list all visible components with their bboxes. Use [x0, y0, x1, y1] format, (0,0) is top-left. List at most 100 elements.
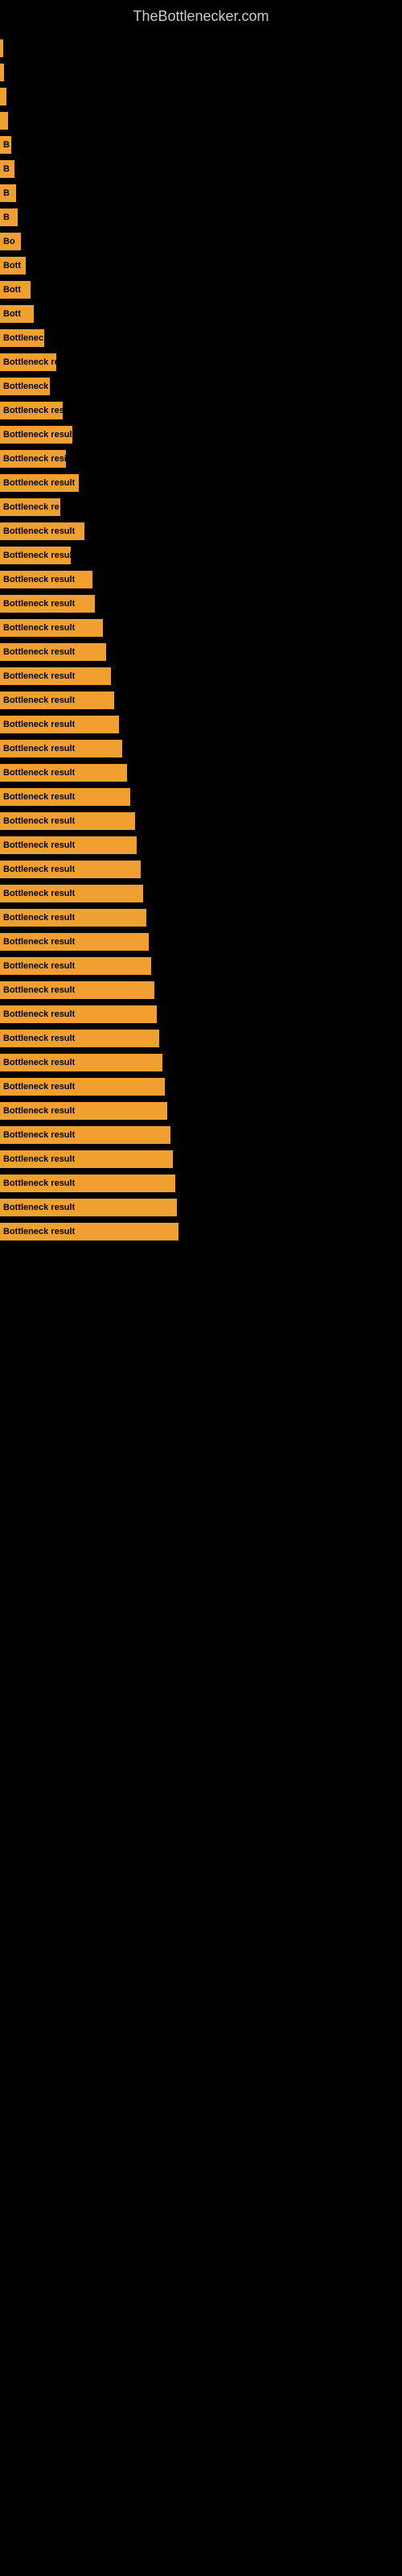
bar-item: Bottleneck result — [0, 885, 143, 902]
bar-row: Bottleneck result — [0, 1100, 402, 1122]
bar-row: Bottleneck — [0, 375, 402, 398]
bar-label: B — [3, 213, 10, 222]
bar-row: Bott — [0, 254, 402, 277]
bar-label: Bottleneck resi — [3, 406, 63, 415]
bar-item: B — [0, 136, 11, 154]
bar-row: Bottleneck result — [0, 737, 402, 760]
bar-item: Bottleneck result — [0, 667, 111, 685]
bar-label: Bottleneck result — [3, 840, 75, 850]
bar-label: Bottleneck result — [3, 792, 75, 802]
bar-item: Bottleneck result — [0, 1126, 170, 1144]
bar-label: Bottleneck result — [3, 937, 75, 947]
bar-row: Bottleneck re — [0, 351, 402, 374]
bar-label: Bo — [3, 237, 15, 246]
bar-label: Bottleneck result — [3, 816, 75, 826]
bar-label: Bottleneck result — [3, 1203, 75, 1212]
bar-item: Bottleneck re — [0, 498, 60, 516]
bar-row: B — [0, 134, 402, 156]
bar-label: Bottleneck result — [3, 1227, 75, 1236]
bar-label: Bottleneck result — [3, 1009, 75, 1019]
bar-item: Bott — [0, 305, 34, 323]
bar-label: Bottleneck result — [3, 575, 75, 584]
bar-item: Bottleneck result — [0, 764, 127, 782]
bar-item: B — [0, 184, 16, 202]
bar-row: Bott — [0, 303, 402, 325]
bar-label: Bottleneck result — [3, 1154, 75, 1164]
bar-label: Bottleneck — [3, 382, 48, 391]
bar-item: Bo — [0, 233, 21, 250]
bar-label: B — [3, 140, 10, 150]
bar-label: Bottleneck result — [3, 623, 75, 633]
bar-item: Bottleneck resi — [0, 450, 66, 468]
bar-row: B — [0, 206, 402, 229]
bar-row: Bottleneck result — [0, 1196, 402, 1219]
bar-label: Bottleneck result — [3, 889, 75, 898]
bar-item: Bottleneck result — [0, 1078, 165, 1096]
bar-row: Bottleneck result — [0, 665, 402, 687]
bar-row: Bottleneck result — [0, 1148, 402, 1170]
bar-item: Bottleneck result — [0, 1054, 162, 1071]
bar-item — [0, 39, 3, 57]
site-title: TheBottlenecker.com — [0, 0, 402, 29]
bar-item: Bottleneck re — [0, 353, 56, 371]
bar-label: Bottleneck result — [3, 1130, 75, 1140]
bar-label: Bottleneck result — [3, 526, 75, 536]
bar-label: Bottleneck result — [3, 1106, 75, 1116]
bar-label: Bottleneck result — [3, 430, 72, 440]
bar-label: B — [3, 188, 10, 198]
bar-item: Bottleneck result — [0, 957, 151, 975]
bar-label: Bottleneck result — [3, 1058, 75, 1067]
bar-label: Bottleneck resul — [3, 551, 71, 560]
bar-label: Bottleneck re — [3, 502, 59, 512]
bar-row: Bo — [0, 230, 402, 253]
bar-label: Bottlenec — [3, 333, 43, 343]
bar-row: Bottleneck result — [0, 955, 402, 977]
bar-row: Bottleneck result — [0, 834, 402, 857]
bar-item: Bottleneck result — [0, 933, 149, 951]
bar-item: Bottleneck result — [0, 1030, 159, 1047]
bar-label: Bottleneck result — [3, 1034, 75, 1043]
bar-row: Bottleneck result — [0, 423, 402, 446]
bar-label: Bottleneck resi — [3, 454, 66, 464]
bar-row: Bottleneck result — [0, 762, 402, 784]
bar-item: B — [0, 160, 14, 178]
bar-row: Bottleneck result — [0, 1220, 402, 1243]
bar-item: Bottleneck result — [0, 836, 137, 854]
bar-row: Bottleneck result — [0, 1124, 402, 1146]
bar-item: Bottleneck result — [0, 1102, 167, 1120]
bar-row: Bottlenec — [0, 327, 402, 349]
bar-item: Bottleneck result — [0, 1199, 177, 1216]
bar-row: Bottleneck re — [0, 496, 402, 518]
bar-row: Bottleneck result — [0, 906, 402, 929]
bar-item: Bottleneck result — [0, 571, 92, 588]
bar-item: Bottleneck result — [0, 740, 122, 758]
bar-item: Bottleneck result — [0, 474, 79, 492]
bar-item: Bottleneck result — [0, 522, 84, 540]
bar-row: Bottleneck result — [0, 786, 402, 808]
bar-label: Bott — [3, 285, 21, 295]
bar-label: Bottleneck result — [3, 1179, 75, 1188]
bar-row: Bottleneck result — [0, 520, 402, 543]
bars-container: BBBBBoBottBottBottBottlenecBottleneck re… — [0, 29, 402, 1253]
bar-row — [0, 85, 402, 108]
bar-row: Bott — [0, 279, 402, 301]
bar-label: Bottleneck result — [3, 913, 75, 923]
bar-item: Bottleneck result — [0, 426, 72, 444]
bar-item: Bottleneck result — [0, 1005, 157, 1023]
bar-label: Bottleneck result — [3, 985, 75, 995]
bar-item: Bott — [0, 257, 26, 275]
bar-item: Bottleneck result — [0, 1223, 178, 1241]
bar-item: Bottleneck result — [0, 812, 135, 830]
bar-row: B — [0, 158, 402, 180]
bar-row: Bottleneck result — [0, 568, 402, 591]
bar-item: Bottleneck result — [0, 788, 130, 806]
bar-item: Bottleneck result — [0, 643, 106, 661]
bar-row: Bottleneck result — [0, 931, 402, 953]
bar-item: Bott — [0, 281, 31, 299]
bar-row: Bottleneck result — [0, 641, 402, 663]
bar-row: Bottleneck resul — [0, 544, 402, 567]
bar-row — [0, 61, 402, 84]
bar-item: B — [0, 208, 18, 226]
bar-label: Bottleneck result — [3, 647, 75, 657]
bar-item: Bottleneck result — [0, 691, 114, 709]
